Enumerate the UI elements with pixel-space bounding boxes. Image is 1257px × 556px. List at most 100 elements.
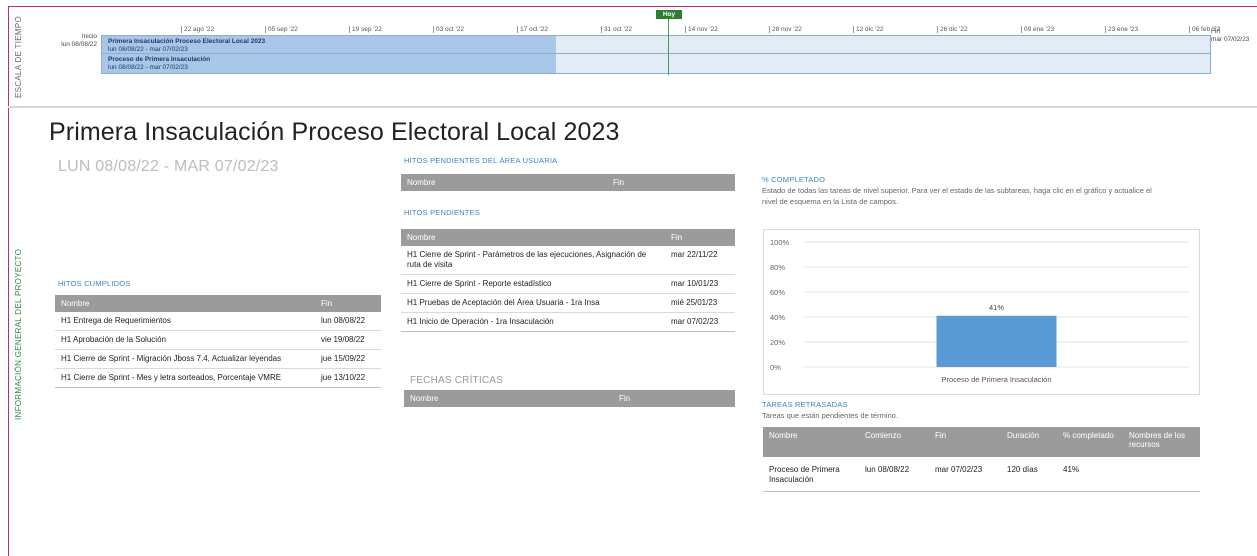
timeline-tick: 26 dic '22 (937, 26, 968, 33)
timeline-task-1[interactable]: Primera Insaculación Proceso Electoral L… (108, 38, 265, 54)
timeline-tick: 14 nov '22 (685, 26, 718, 33)
cell-percent-complete: 41% (1057, 457, 1123, 492)
cell-end: mié 25/01/23 (665, 293, 735, 313)
column-header[interactable]: Fin (613, 390, 735, 407)
project-date-range: LUN 08/08/22 - MAR 07/02/23 (58, 158, 279, 175)
column-header[interactable]: Nombre (401, 174, 607, 191)
timeline-tick: 09 ene '23 (1021, 26, 1054, 33)
timeline-start: Inicio lun 08/08/22 (61, 33, 97, 49)
cell-start: lun 08/08/22 (859, 457, 929, 492)
data-label: 41% (989, 303, 1004, 312)
table-row[interactable]: H1 Cierre de Sprint - Reporte estadístic… (401, 274, 735, 294)
y-tick-label: 80% (770, 263, 785, 272)
timeline-task-dates: lun 08/08/22 - mar 07/02/23 (108, 46, 188, 53)
timeline-task-name: Primera Insaculación Proceso Electoral L… (108, 38, 266, 45)
timeline-bar-separator (102, 53, 1210, 54)
hitos-pendientes-heading: HITOS PENDIENTES (404, 208, 480, 217)
column-header[interactable]: Nombre (404, 390, 613, 407)
cell-name: H1 Cierre de Sprint - Migración Jboss 7.… (55, 349, 315, 369)
timeline-tick: 03 oct '22 (433, 26, 464, 33)
table-row[interactable]: H1 Inicio de Operación - 1ra Insaculació… (401, 312, 735, 332)
y-tick-label: 20% (770, 338, 785, 347)
cell-name: H1 Pruebas de Aceptación del Área Usuari… (401, 293, 665, 313)
column-header[interactable]: Duración (1001, 427, 1057, 457)
cell-end: mar 22/11/22 (665, 246, 735, 275)
timeline-task-name: Proceso de Primera Insaculación (108, 56, 211, 63)
hitos-cumplidos-heading: HITOS CUMPLIDOS (58, 279, 131, 288)
timeline-end-label: Fin (1211, 28, 1221, 35)
column-header[interactable]: Nombres de los recursos (1123, 427, 1200, 457)
cell-name: H1 Inicio de Operación - 1ra Insaculació… (401, 312, 665, 332)
page-title: Primera Insaculación Proceso Electoral L… (49, 118, 620, 146)
hitos-usuaria-table[interactable]: Nombre Fin (401, 174, 735, 191)
hitos-usuaria-heading: HITOS PENDIENTES DEL ÁREA USUARIA (404, 156, 558, 165)
category-label: Proceso de Primera Insaculación (941, 375, 1051, 384)
tareas-retrasadas-description: Tareas que están pendientes de término. (762, 411, 898, 420)
table-row[interactable]: H1 Cierre de Sprint - Parámetros de las … (401, 246, 735, 275)
column-header[interactable]: Comienzo (859, 427, 929, 457)
y-tick-label: 100% (770, 238, 790, 247)
y-tick-label: 40% (770, 313, 785, 322)
completado-heading: % COMPLETADO (762, 175, 826, 184)
timeline-tick: 31 oct '22 (601, 26, 632, 33)
column-header[interactable]: Nombre (763, 427, 859, 457)
cell-name: H1 Aprobación de la Solución (55, 330, 315, 350)
cell-end: jue 13/10/22 (315, 368, 381, 388)
report-frame-left (8, 6, 9, 556)
table-row[interactable]: H1 Cierre de Sprint - Mes y letra sortea… (55, 368, 381, 388)
column-header[interactable]: Fin (315, 295, 381, 312)
cell-name: Proceso de Primera Insaculación (763, 457, 859, 492)
hitos-pendientes-table[interactable]: Nombre Fin H1 Cierre de Sprint - Parámet… (401, 229, 735, 332)
timeline-tick: 19 sep '22 (349, 26, 382, 33)
timeline-tick: 23 ene '23 (1105, 26, 1138, 33)
table-row[interactable]: H1 Cierre de Sprint - Migración Jboss 7.… (55, 349, 381, 369)
cell-end: mar 07/02/23 (665, 312, 735, 332)
timeline-tick: 17 oct '22 (517, 26, 548, 33)
cell-name: H1 Cierre de Sprint - Reporte estadístic… (401, 274, 665, 294)
percent-complete-chart[interactable]: 0% 20% 40% 60% 80% 100% 41% Proceso de Primera … (763, 229, 1200, 395)
column-header[interactable]: Fin (929, 427, 1001, 457)
hitos-cumplidos-table[interactable]: Nombre Fin H1 Entrega de Requerimientos l… (55, 295, 381, 388)
today-marker-line (668, 18, 669, 75)
table-row[interactable]: H1 Pruebas de Aceptación del Área Usuari… (401, 293, 735, 313)
cell-duration: 120 días (1001, 457, 1057, 492)
timeline-start-date: lun 08/08/22 (61, 41, 97, 48)
y-tick-label: 0% (770, 363, 781, 372)
cell-end: jue 15/09/22 (315, 349, 381, 369)
column-header[interactable]: Nombre (401, 229, 665, 246)
tareas-retrasadas-table[interactable]: Nombre Comienzo Fin Duración % completad… (763, 427, 1200, 492)
cell-end: mar 07/02/23 (929, 457, 1001, 492)
fechas-criticas-table[interactable]: Nombre Fin (404, 390, 735, 407)
column-header[interactable]: Nombre (55, 295, 315, 312)
timeline-tick: 12 dic '22 (853, 26, 884, 33)
cell-end: lun 08/08/22 (315, 312, 381, 331)
column-header[interactable]: Fin (665, 229, 735, 246)
cell-name: H1 Cierre de Sprint - Parámetros de las … (401, 246, 665, 275)
fechas-criticas-heading: FECHAS CRÍTICAS (410, 375, 504, 386)
cell-end: vie 19/08/22 (315, 330, 381, 350)
bar[interactable] (936, 315, 1057, 367)
today-marker-label: Hoy (656, 10, 682, 19)
cell-resources (1123, 457, 1200, 492)
timescale-divider (8, 106, 1257, 108)
column-header[interactable]: Fin (607, 174, 735, 191)
cell-name: H1 Cierre de Sprint - Mes y letra sortea… (55, 368, 315, 388)
percent-complete-chart-svg: 0% 20% 40% 60% 80% 100% 41% Proceso de Primera … (770, 238, 1189, 384)
timeline-end-date: mar 07/02/23 (1211, 36, 1250, 43)
timeline-bars[interactable]: Primera Insaculación Proceso Electoral L… (101, 35, 1211, 74)
column-header[interactable]: % completado (1057, 427, 1123, 457)
tareas-retrasadas-heading: TAREAS RETRASADAS (762, 400, 848, 409)
timeline-task-dates: lun 08/08/22 - mar 07/02/23 (108, 64, 188, 71)
timeline-task-2[interactable]: Proceso de Primera Insaculación lun 08/0… (108, 56, 210, 72)
timeline-tick: 28 nov '22 (769, 26, 802, 33)
completado-description: Estado de todas las tareas de nivel supe… (762, 186, 1152, 206)
timeline-tick: 22 ago '22 (181, 26, 214, 33)
cell-end: mar 10/01/23 (665, 274, 735, 294)
table-row[interactable]: Proceso de Primera Insaculación lun 08/0… (763, 457, 1200, 492)
table-row[interactable]: H1 Aprobación de la Solución vie 19/08/22 (55, 330, 381, 350)
y-tick-label: 60% (770, 288, 785, 297)
cell-name: H1 Entrega de Requerimientos (55, 312, 315, 331)
timeline-tick: 05 sep '22 (265, 26, 298, 33)
project-info-side-label: INFORMACIÓN GENERAL DEL PROYECTO (14, 248, 23, 420)
table-row[interactable]: H1 Entrega de Requerimientos lun 08/08/22 (55, 312, 381, 331)
